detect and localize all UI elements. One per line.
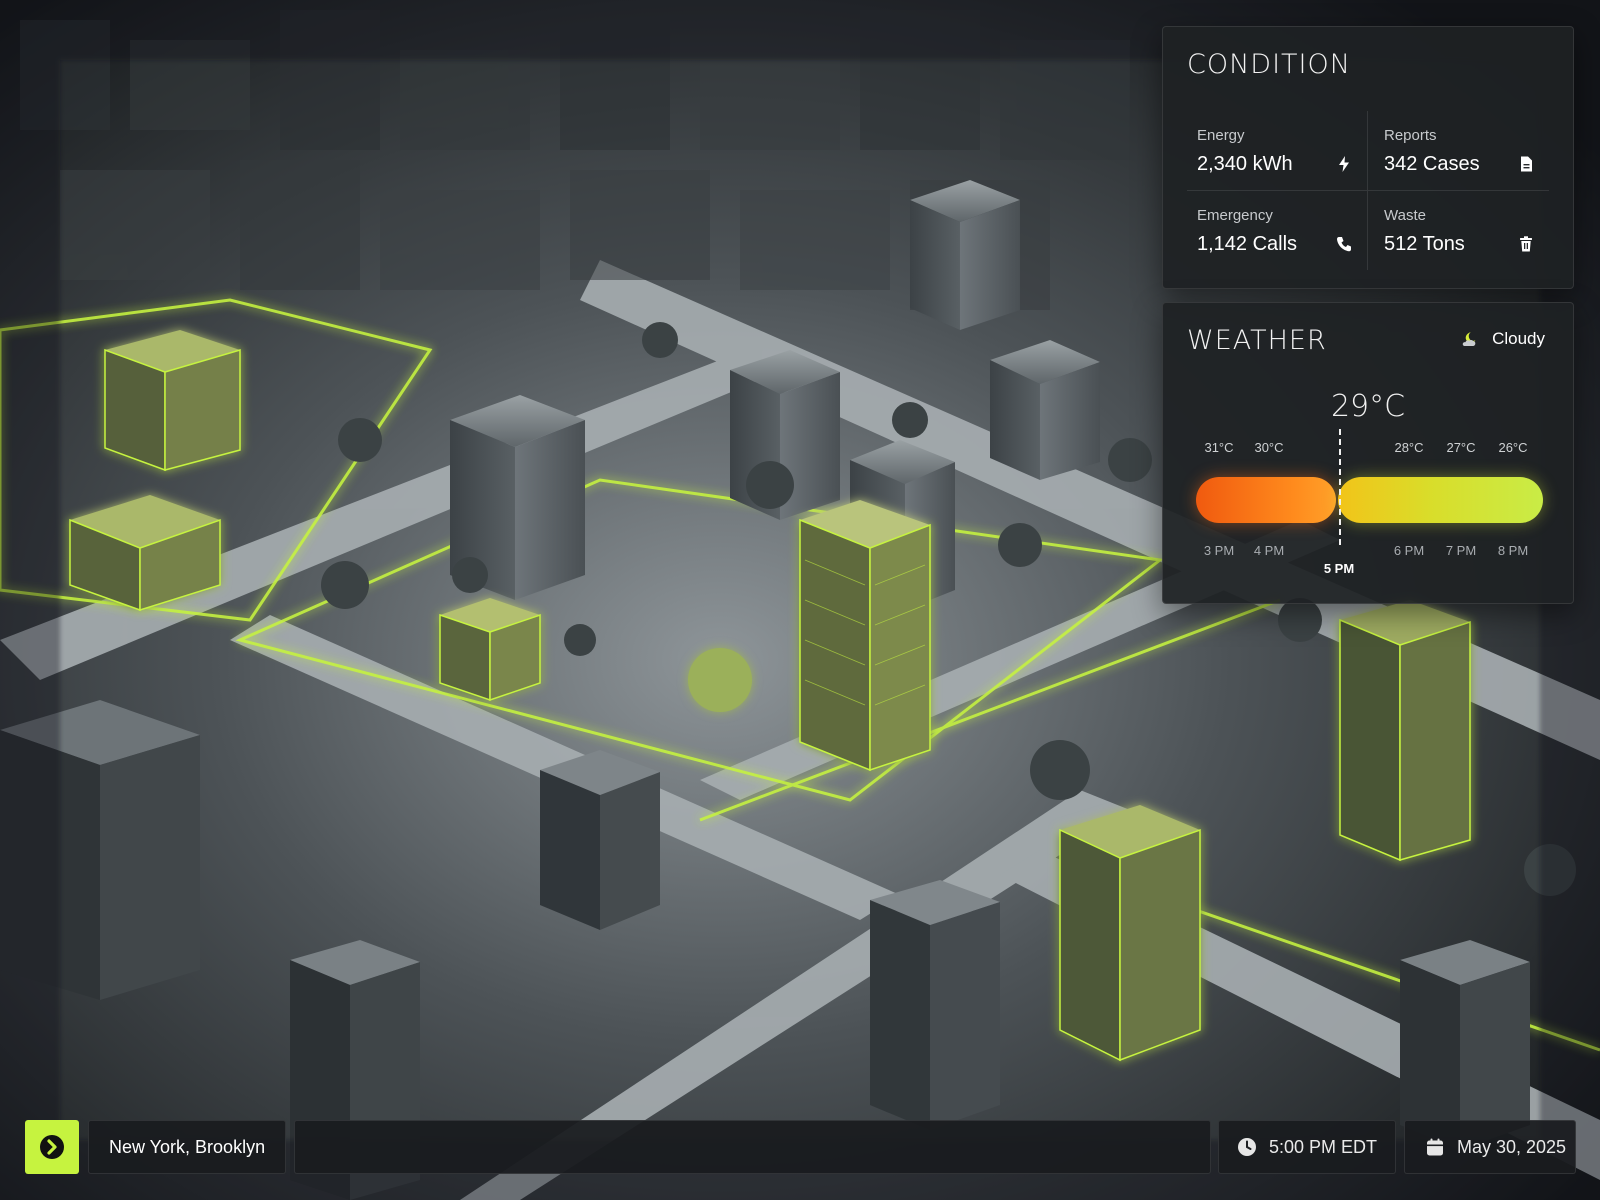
menu-toggle-button[interactable] [25, 1120, 79, 1174]
date-text: May 30, 2025 [1457, 1136, 1567, 1157]
bolt-icon [1339, 156, 1349, 172]
metric-waste[interactable]: Waste 512 Tons [1368, 191, 1549, 271]
forecast-temp: 27°C [1446, 440, 1476, 455]
weather-panel: WEATHER Cloudy 29°C 31°C 30°C 28°C 27°C … [1162, 302, 1574, 604]
forecast-temp: 28°C [1394, 440, 1424, 455]
location-selector[interactable]: New York, Brooklyn [88, 1120, 286, 1174]
forecast-hour: 3 PM [1203, 543, 1235, 558]
weather-title: WEATHER [1187, 325, 1327, 356]
temperature-timeline-bar[interactable] [1196, 477, 1543, 523]
past-temperature-segment [1196, 477, 1336, 523]
current-hour-label: 5 PM [1323, 561, 1355, 576]
date-display[interactable]: May 30, 2025 [1404, 1120, 1576, 1174]
condition-panel: CONDITION Energy 2,340 kWh Reports 342 C… [1162, 26, 1574, 289]
current-temperature: 29°C [1330, 389, 1406, 424]
clock-icon [1238, 1138, 1256, 1156]
weather-status-text: Cloudy [1492, 329, 1545, 348]
forecast-hour: 7 PM [1445, 543, 1477, 558]
calendar-icon [1427, 1138, 1443, 1156]
current-time-marker[interactable] [1339, 429, 1341, 545]
forecast-hour: 8 PM [1497, 543, 1529, 558]
metric-energy[interactable]: Energy 2,340 kWh [1187, 111, 1368, 191]
document-icon [1521, 156, 1532, 172]
time-display: 5:00 PM EDT [1218, 1120, 1396, 1174]
cloud-moon-icon [1462, 332, 1476, 346]
chevron-right-icon [40, 1135, 64, 1159]
metric-label: Reports [1384, 127, 1437, 144]
forecast-temp: 30°C [1254, 440, 1284, 455]
metric-reports[interactable]: Reports 342 Cases [1368, 111, 1549, 191]
metric-value: 1,142 Calls [1197, 232, 1298, 255]
location-label: New York, Brooklyn [109, 1136, 266, 1157]
command-bar[interactable] [294, 1120, 1211, 1174]
condition-title: CONDITION [1187, 49, 1351, 80]
metric-value: 2,340 kWh [1197, 153, 1293, 175]
metric-emergency[interactable]: Emergency 1,142 Calls [1187, 190, 1368, 270]
metric-label: Energy [1197, 127, 1245, 144]
forecast-hour: 6 PM [1393, 543, 1425, 558]
forecast-temp: 26°C [1498, 440, 1528, 455]
weather-status: Cloudy [1462, 329, 1545, 349]
time-text: 5:00 PM EDT [1269, 1136, 1378, 1157]
condition-metrics-grid: Energy 2,340 kWh Reports 342 Cases Emerg… [1187, 111, 1549, 270]
forecast-temp: 31°C [1204, 440, 1234, 455]
metric-label: Waste [1384, 206, 1426, 224]
metric-value: 512 Tons [1384, 232, 1465, 255]
metric-value: 342 Cases [1384, 153, 1480, 175]
forecast-hour: 4 PM [1253, 543, 1285, 558]
forecast-temperature-segment [1338, 477, 1543, 523]
trash-icon [1520, 235, 1532, 251]
metric-label: Emergency [1197, 206, 1273, 224]
phone-icon [1336, 236, 1351, 251]
